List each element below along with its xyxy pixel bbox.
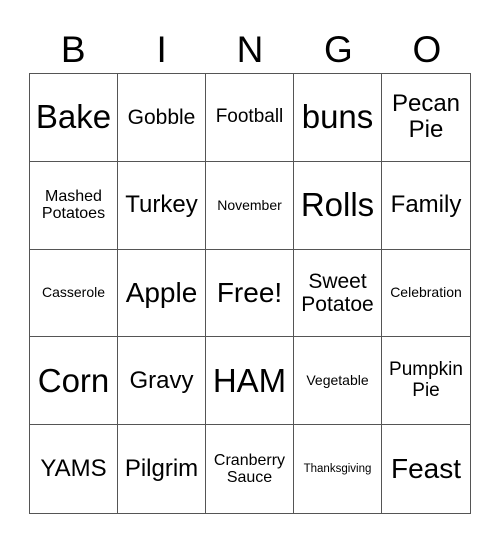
bingo-cell[interactable]: Vegetable [294, 337, 382, 426]
bingo-cell[interactable]: Football [206, 74, 294, 162]
bingo-cell[interactable]: HAM [206, 337, 294, 426]
bingo-cell[interactable]: Corn [30, 337, 118, 426]
bingo-cell[interactable]: Casserole [30, 249, 118, 338]
bingo-cell[interactable]: Cranberry Sauce [206, 425, 294, 513]
bingo-cell[interactable]: buns [294, 74, 382, 162]
bingo-cell[interactable]: Feast [382, 425, 470, 513]
bingo-cell[interactable]: Bake [30, 74, 118, 162]
header-letter-i: I [156, 29, 167, 70]
bingo-cell[interactable]: Sweet Potatoe [294, 249, 382, 338]
bingo-cell[interactable]: Pumpkin Pie [382, 337, 470, 426]
bingo-cell[interactable]: Turkey [118, 161, 206, 250]
header-letter-n: N [236, 29, 264, 70]
bingo-cell[interactable]: November [206, 161, 294, 250]
bingo-cell[interactable]: YAMS [30, 425, 118, 513]
bingo-cell[interactable]: Gravy [118, 337, 206, 426]
bingo-cell[interactable]: Pilgrim [118, 425, 206, 513]
free-space-cell[interactable]: Free! [206, 249, 294, 338]
header-letter-b: B [60, 29, 86, 70]
bingo-cell[interactable]: Thanksgiving [294, 425, 382, 513]
bingo-cell[interactable]: Celebration [382, 250, 470, 338]
bingo-cell[interactable]: Apple [118, 249, 206, 338]
bingo-grid: Bake Gobble Football buns Pecan Pie Mashed Po… [29, 73, 471, 514]
bingo-cell[interactable]: Gobble [118, 74, 206, 162]
bingo-cell[interactable]: Pecan Pie [382, 74, 470, 162]
bingo-cell[interactable]: Mashed Potatoes [30, 161, 118, 250]
header-letter-o: O [412, 29, 442, 70]
bingo-cell[interactable]: Rolls [294, 161, 382, 250]
header-letter-g: G [324, 29, 353, 70]
bingo-header: B I N G O [29, 28, 471, 72]
bingo-cell[interactable]: Family [382, 162, 470, 250]
